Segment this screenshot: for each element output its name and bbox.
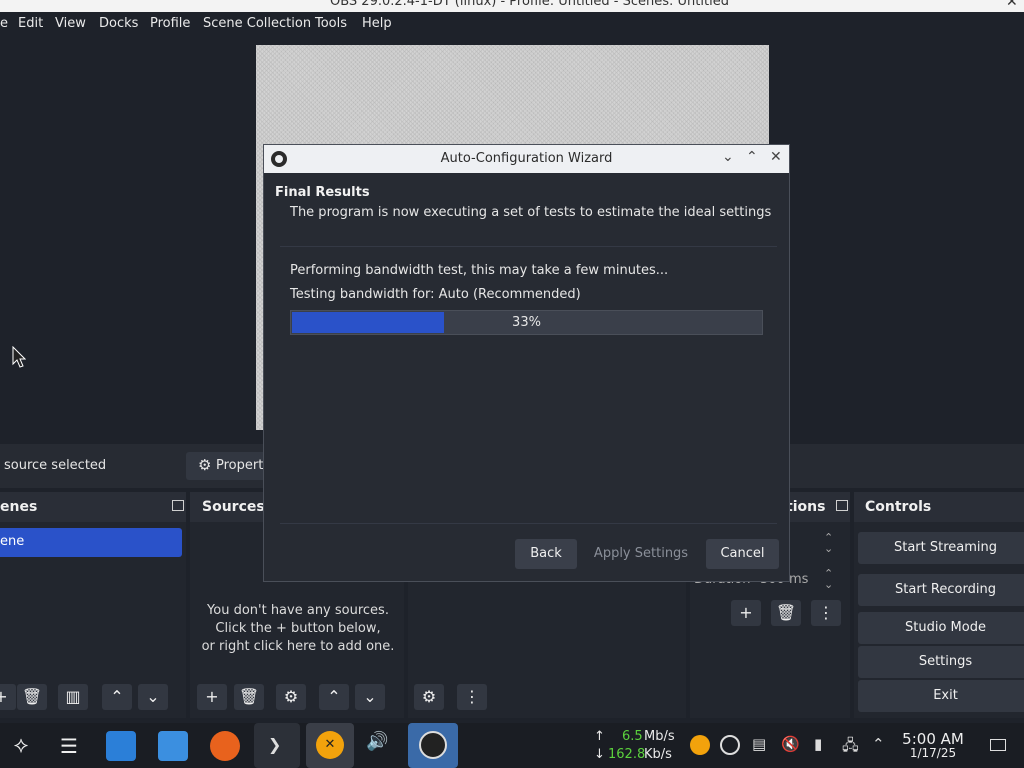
studio-mode-button[interactable]: Studio Mode — [858, 612, 1024, 644]
transition-spin-icon[interactable]: ⌃ ⌄ — [824, 532, 833, 554]
menu-tools[interactable]: Tools — [315, 16, 347, 31]
file-manager-icon[interactable] — [158, 731, 188, 761]
firefox-icon[interactable] — [210, 731, 240, 761]
discover-store-icon[interactable] — [106, 731, 136, 761]
app-launcher-icon[interactable]: ⟡ — [6, 731, 36, 761]
net-up-unit: Mb/s — [644, 729, 675, 744]
remove-scene-button[interactable]: 🗑 — [17, 684, 47, 710]
clock-date[interactable]: 1/17/25 — [890, 746, 976, 760]
menu-bar: e Edit View Docks Profile Scene Collecti… — [0, 12, 1024, 38]
taskbar: ⟡ ☰ ❯ ✕ 🔊 ↑ 6.5 Mb/s ↓ 162.8 Kb/s ▤ 🔇 ▮ … — [0, 723, 1024, 768]
move-scene-up-button[interactable]: ⌃ — [102, 684, 132, 710]
menu-file[interactable]: e — [0, 16, 8, 31]
show-desktop-icon[interactable] — [990, 739, 1006, 751]
scenes-dock-title: enes — [0, 499, 38, 515]
properties-label: Properti — [216, 458, 267, 473]
add-transition-button[interactable]: + — [731, 600, 761, 626]
crossover-icon: ✕ — [316, 731, 344, 759]
transitions-dock-title: tions — [786, 499, 826, 515]
net-down-value: 162.8 — [608, 747, 646, 762]
obs-task[interactable] — [408, 723, 458, 768]
mixer-menu-button[interactable]: ⋮ — [457, 684, 487, 710]
sources-empty-line-1: You don't have any sources. — [207, 603, 389, 618]
scene-item-label: ene — [0, 534, 25, 549]
minimize-icon[interactable]: ⌄ — [722, 149, 734, 165]
undock-icon[interactable] — [172, 500, 184, 511]
move-scene-down-button[interactable]: ⌄ — [138, 684, 168, 710]
final-results-heading: Final Results — [275, 185, 370, 200]
settings-button[interactable]: Settings — [858, 646, 1024, 678]
undock-icon[interactable] — [836, 500, 848, 511]
remove-source-button[interactable]: 🗑 — [234, 684, 264, 710]
network-icon[interactable]: 🖧 — [842, 735, 859, 760]
download-arrow-icon: ↓ — [594, 747, 605, 762]
net-up-value: 6.5 — [622, 729, 643, 744]
mixer-settings-button[interactable]: ⚙ — [414, 684, 444, 710]
bottom-separator — [280, 523, 777, 524]
volume-muted-icon[interactable]: 🔇 — [781, 735, 800, 753]
controls-dock-title: Controls — [865, 499, 932, 515]
move-source-up-button[interactable]: ⌃ — [319, 684, 349, 710]
start-recording-button[interactable]: Start Recording — [858, 574, 1024, 606]
controls-dock-header: Controls — [854, 492, 1024, 522]
progress-bar: 33% — [290, 310, 763, 335]
transition-menu-button[interactable]: ⋮ — [811, 600, 841, 626]
app-task-x[interactable]: ✕ — [306, 723, 354, 768]
obs-icon — [419, 731, 447, 759]
menu-scene-collection[interactable]: Scene Collection — [203, 16, 311, 31]
move-source-down-button[interactable]: ⌄ — [355, 684, 385, 710]
auto-config-dialog: Auto-Configuration Wizard ⌄ ⌃ ✕ Final Re… — [263, 144, 790, 582]
mouse-cursor-icon — [12, 346, 26, 368]
apply-settings-button[interactable]: Apply Settings — [586, 539, 696, 569]
source-properties-button[interactable]: ⚙ — [276, 684, 306, 710]
terminal-icon: ❯ — [268, 735, 282, 754]
progress-label: 33% — [512, 315, 541, 330]
cancel-button[interactable]: Cancel — [706, 539, 779, 569]
scenes-dock-header: enes — [0, 492, 186, 522]
sources-dock-title: Sources — [202, 499, 265, 515]
top-separator — [280, 246, 777, 247]
sources-empty-line-2: Click the + button below, — [215, 621, 381, 636]
tray-expand-icon[interactable]: ⌃ — [872, 735, 885, 753]
window-titlebar: OBS 29.0.2.4-1-DT (linux) - Profile: Unt… — [0, 0, 1024, 12]
system-settings-icon[interactable]: ☰ — [54, 731, 84, 761]
clipboard-icon[interactable]: ▤ — [752, 735, 766, 753]
back-button[interactable]: Back — [515, 539, 577, 569]
menu-view[interactable]: View — [55, 16, 86, 31]
testing-server-label: Testing bandwidth for: Auto (Recommended… — [290, 287, 581, 302]
bandwidth-status: Performing bandwidth test, this may take… — [290, 263, 669, 278]
exit-button[interactable]: Exit — [858, 680, 1024, 712]
net-down-unit: Kb/s — [644, 747, 672, 762]
add-scene-button[interactable]: + — [0, 684, 16, 710]
scene-list-item[interactable]: ene — [0, 528, 182, 557]
sources-empty-line-3: or right click here to add one. — [201, 639, 395, 654]
menu-docks[interactable]: Docks — [99, 16, 138, 31]
final-results-description: The program is now executing a set of te… — [290, 205, 772, 220]
dialog-title: Auto-Configuration Wizard — [440, 151, 613, 166]
close-icon[interactable]: ✕ — [770, 149, 782, 165]
upload-arrow-icon: ↑ — [594, 729, 605, 744]
audio-app-icon[interactable]: 🔊 — [366, 731, 396, 761]
terminal-task[interactable]: ❯ — [254, 723, 300, 768]
menu-profile[interactable]: Profile — [150, 16, 190, 31]
dialog-titlebar: Auto-Configuration Wizard ⌄ ⌃ ✕ — [264, 145, 789, 173]
scene-filter-button[interactable]: ▥ — [58, 684, 88, 710]
window-title: OBS 29.0.2.4-1-DT (linux) - Profile: Unt… — [330, 0, 729, 9]
menu-help[interactable]: Help — [362, 16, 392, 31]
menu-edit[interactable]: Edit — [18, 16, 43, 31]
duration-spin-icon[interactable]: ⌃ ⌄ — [824, 568, 833, 590]
crossover-tray-icon[interactable] — [690, 735, 710, 755]
gear-icon: ⚙ — [198, 456, 212, 474]
no-source-label: source selected — [4, 458, 107, 473]
start-streaming-button[interactable]: Start Streaming — [858, 532, 1024, 564]
window-close-icon[interactable]: ✕ — [1006, 0, 1018, 10]
maximize-icon[interactable]: ⌃ — [746, 149, 758, 165]
obs-tray-icon[interactable] — [720, 735, 740, 755]
remove-transition-button[interactable]: 🗑 — [771, 600, 801, 626]
add-source-button[interactable]: + — [197, 684, 227, 710]
battery-icon[interactable]: ▮ — [814, 735, 822, 753]
